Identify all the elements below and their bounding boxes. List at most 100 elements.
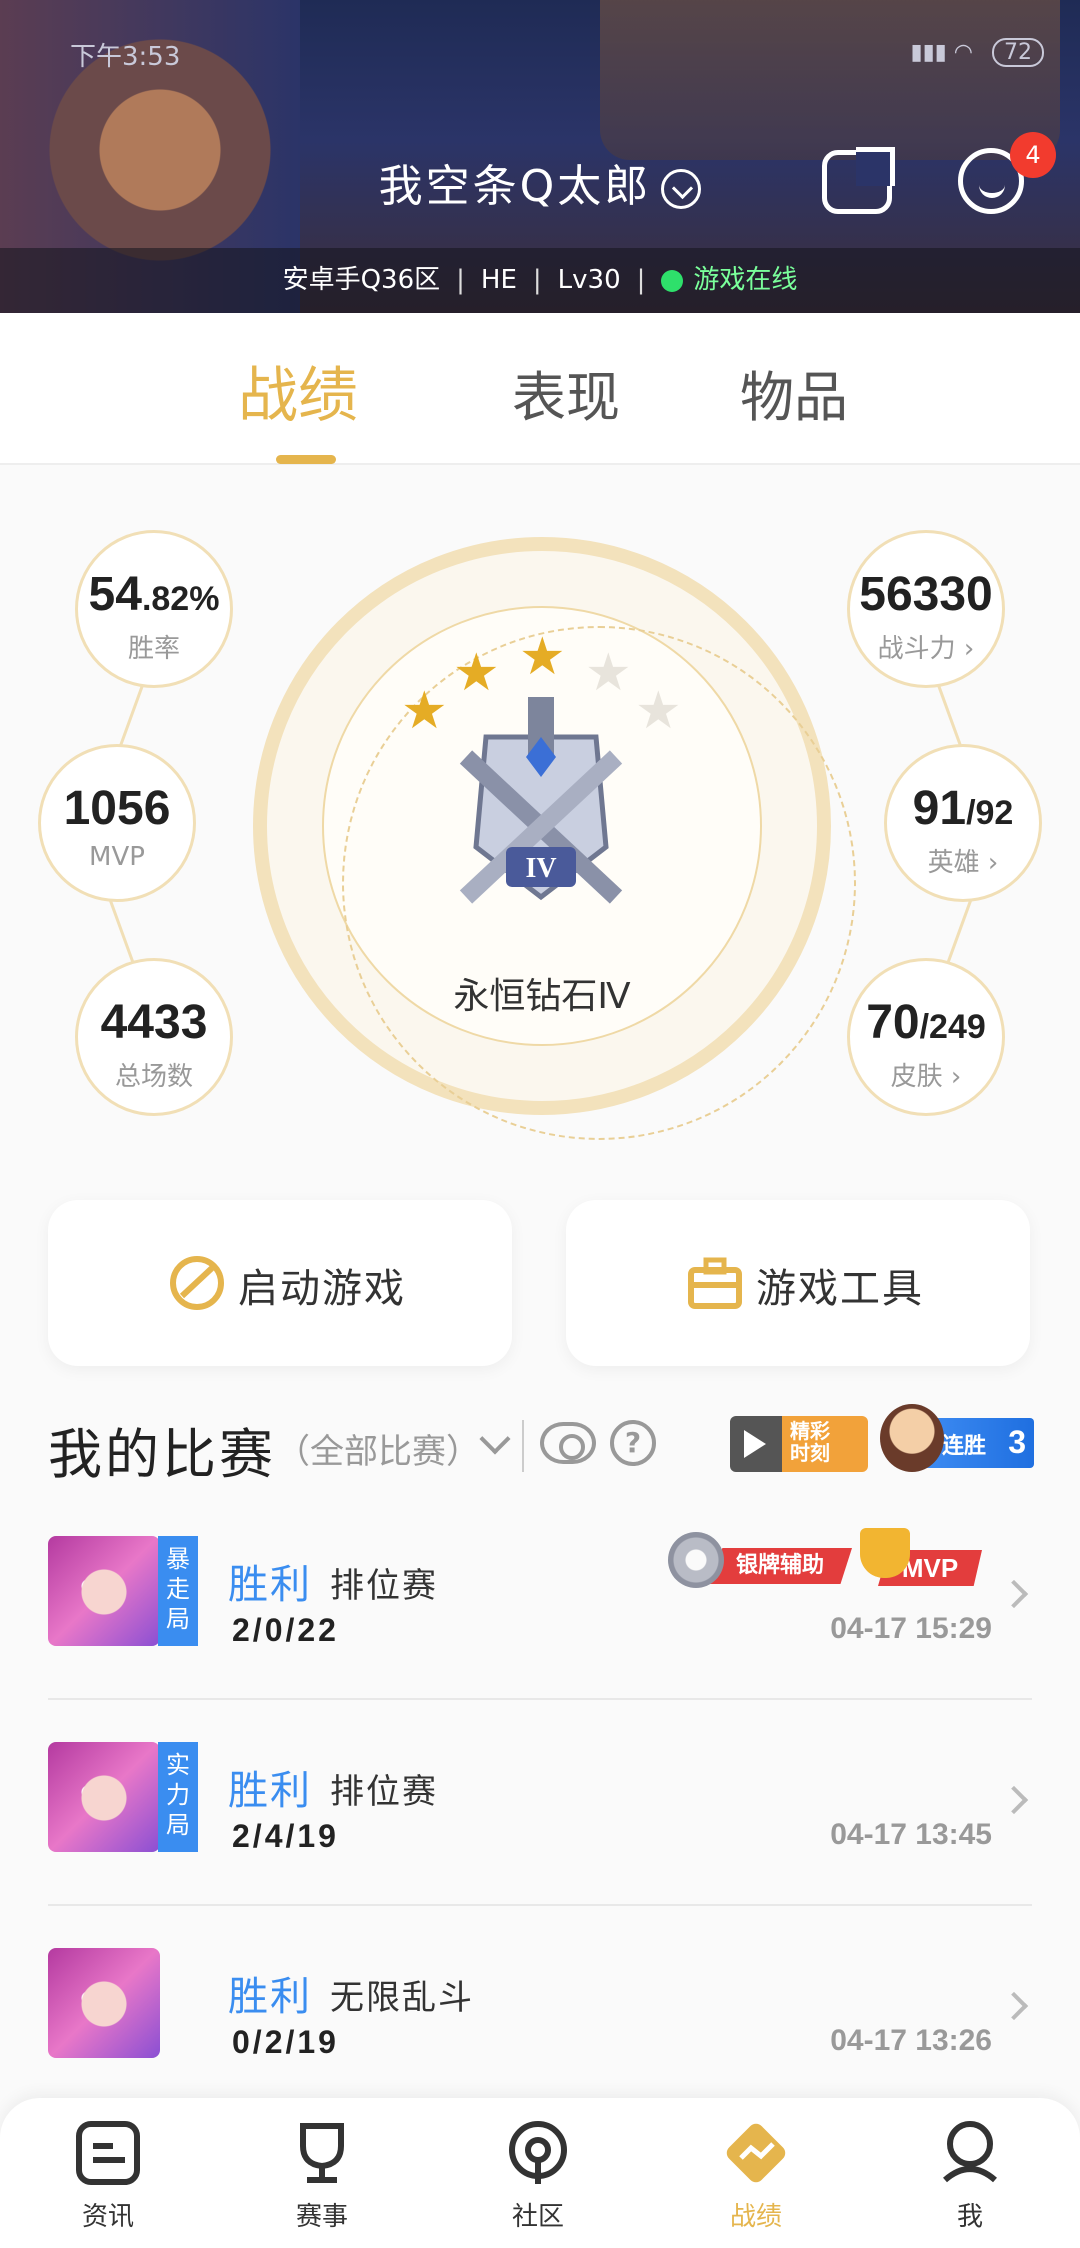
stat-win-rate: 54.82% 胜率 [75,530,233,688]
stat-total-games: 4433 总场数 [75,958,233,1116]
win-rate-label: 胜率 [127,634,180,664]
nickname-selector[interactable]: 我空条Q太郎 [0,150,1080,214]
player-level: Lv30 [557,265,621,295]
stat-heroes[interactable]: 91/92 英雄 › [884,744,1042,902]
power-value: 56330 [859,568,993,621]
total-games-value: 4433 [100,996,208,1049]
tab-indicator [276,455,336,464]
community-icon [509,2121,567,2184]
status-icons: ▮▮▮ ◠ 72 [910,38,1044,67]
launch-game-button[interactable]: 启动游戏 [48,1200,512,1366]
match-type: 无限乱斗 [330,1978,474,2018]
power-label: 战斗力 [877,634,956,664]
stat-power[interactable]: 56330 战斗力 › [847,530,1005,688]
match-kda: 0/2/19 [232,2024,339,2060]
win-rate-value: 54 [88,568,142,621]
match-time: 04-17 13:26 [830,2024,992,2057]
stat-mvp: 1056 MVP [38,744,196,902]
message-badge: 4 [1010,132,1056,178]
highlight-moments-button[interactable]: 精彩 时刻 [730,1416,868,1472]
match-result: 胜利 [228,1562,312,1608]
wifi-icon: ◠ [953,40,973,65]
eye-icon[interactable] [540,1422,596,1464]
skins-total: /249 [919,1008,986,1046]
nav-record[interactable]: 战绩 [686,2118,826,2233]
silver-support-badge: 银牌辅助 [668,1532,856,1588]
tab-items[interactable]: 物品 [740,353,848,432]
profile-header: 下午3:53 ▮▮▮ ◠ 72 我空条Q太郎 4 安卓手Q36区 | HE | Lv30… [0,0,1080,313]
bottom-nav: 资讯 赛事 社区 战绩 我 [0,2098,1080,2248]
nav-events[interactable]: 赛事 [252,2118,392,2233]
nav-news[interactable]: 资讯 [38,2118,178,2233]
star-icon: ★ [401,681,448,741]
game-tools-button[interactable]: 游戏工具 [566,1200,1030,1366]
total-games-label: 总场数 [114,1062,193,1092]
star-icon: ★ [519,627,566,687]
rank-tier: IV [525,853,556,884]
stat-skins[interactable]: 70/249 皮肤 › [847,958,1005,1116]
online-status: 游戏在线 [693,265,798,295]
tab-bar: 战绩 表现 物品 [0,313,1080,465]
chevron-down-icon [661,169,702,209]
mvp-value: 1056 [63,782,171,835]
match-time: 04-17 13:45 [830,1818,992,1851]
profile-icon [943,2121,997,2183]
match-result: 胜利 [228,1768,312,1814]
server-name: 安卓手Q36区 [282,265,441,295]
record-icon [726,2123,786,2183]
medal-icon [668,1532,724,1588]
star-empty-icon: ★ [635,681,682,741]
win-streak-badge[interactable]: 连胜 3 [880,1404,1034,1472]
guild-name: HE [480,265,517,295]
battery-icon: 72 [992,38,1044,67]
tab-performance[interactable]: 表现 [512,353,620,432]
match-kda: 2/4/19 [232,1818,339,1854]
skins-value: 70 [866,996,920,1049]
match-kda: 2/0/22 [232,1612,339,1648]
match-row[interactable]: 胜利 无限乱斗 0/2/19 04-17 13:26 [48,1906,1032,2112]
account-info-bar: 安卓手Q36区 | HE | Lv30 | 游戏在线 [0,248,1080,313]
trophy-icon [300,2123,344,2183]
hero-avatar [48,1742,160,1852]
chevron-right-icon [999,1785,1029,1815]
nav-community-label: 社区 [511,2202,564,2232]
chevron-down-icon[interactable] [479,1423,511,1455]
share-icon[interactable] [822,147,895,214]
toolbox-icon [688,1257,742,1309]
rank-stars: ★ ★ ★ ★ ★ [395,627,695,741]
news-icon [76,2121,140,2185]
mvp-label: MVP [89,842,145,872]
launch-icon [170,1256,224,1310]
nav-me[interactable]: 我 [900,2118,1040,2233]
launch-label: 启动游戏 [238,1266,406,1312]
heroes-total: /92 [966,794,1014,832]
mode-tag: 暴走局 [158,1536,198,1646]
win-rate-decimal: .82% [141,580,220,618]
match-filter[interactable]: （全部比赛） [276,1424,480,1473]
match-row[interactable]: 实力局 胜利 排位赛 2/4/19 04-17 13:45 [48,1700,1032,1906]
heroes-label: 英雄 [927,848,980,878]
online-dot-icon [661,269,684,292]
tab-record[interactable]: 战绩 [238,347,358,434]
streak-avatar [880,1404,944,1472]
rank-name: 永恒钻石Ⅳ [453,976,631,1017]
divider [522,1420,524,1472]
nav-record-label: 战绩 [729,2202,782,2232]
match-result: 胜利 [228,1974,312,2020]
heroes-value: 91 [912,782,967,835]
nav-events-label: 赛事 [295,2202,348,2232]
help-icon[interactable]: ? [610,1420,656,1466]
tools-label: 游戏工具 [756,1266,924,1312]
match-type: 排位赛 [330,1566,438,1606]
my-matches-title: 我的比赛 [48,1423,276,1486]
mvp-badge: MVP [854,1528,984,1588]
hero-avatar [48,1948,160,2058]
nickname: 我空条Q太郎 [378,161,652,212]
header-background-sign [600,0,1060,160]
trophy-icon [860,1528,910,1578]
skins-label: 皮肤 [890,1062,943,1092]
nav-community[interactable]: 社区 [468,2118,608,2233]
chevron-right-icon [999,1991,1029,2021]
match-row[interactable]: 暴走局 胜利 排位赛 2/0/22 银牌辅助 MVP 04-17 15:29 [48,1494,1032,1700]
chevron-right-icon [999,1579,1029,1609]
